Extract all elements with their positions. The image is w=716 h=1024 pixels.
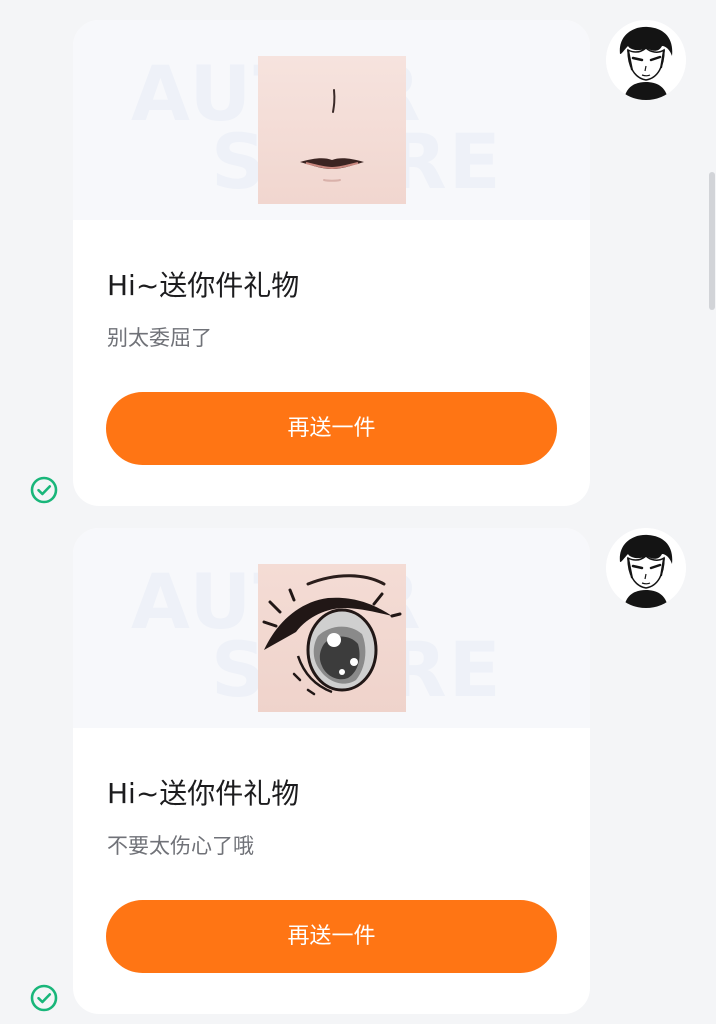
gift-title: Hi~送你件礼物: [107, 269, 300, 302]
gift-subtitle: 别太委屈了: [107, 326, 212, 350]
gift-subtitle: 不要太伤心了哦: [107, 834, 254, 858]
scrollbar-thumb[interactable]: [709, 172, 715, 310]
gift-card[interactable]: AUTAR STORE: [73, 528, 590, 1014]
avatar-anime-boy: [606, 528, 686, 608]
check-circle-icon: [30, 984, 58, 1012]
gift-image-area: AUTAR STORE: [73, 528, 590, 728]
gift-card[interactable]: AUTAR STORE Hi~送你件礼物 别太委屈了 再送一件: [73, 20, 590, 506]
chat-message-list: AUTAR STORE Hi~送你件礼物 别太委屈了 再送一件: [0, 0, 716, 1024]
eye-sticker-icon[interactable]: [258, 564, 406, 712]
avatar-anime-boy: [606, 20, 686, 100]
mouth-sticker-icon[interactable]: [258, 56, 406, 204]
gift-image-area: AUTAR STORE: [73, 20, 590, 220]
avatar[interactable]: [606, 20, 686, 100]
check-circle-icon: [30, 476, 58, 504]
send-another-button[interactable]: 再送一件: [106, 392, 557, 465]
send-another-button[interactable]: 再送一件: [106, 900, 557, 973]
avatar[interactable]: [606, 528, 686, 608]
gift-title: Hi~送你件礼物: [107, 777, 300, 810]
